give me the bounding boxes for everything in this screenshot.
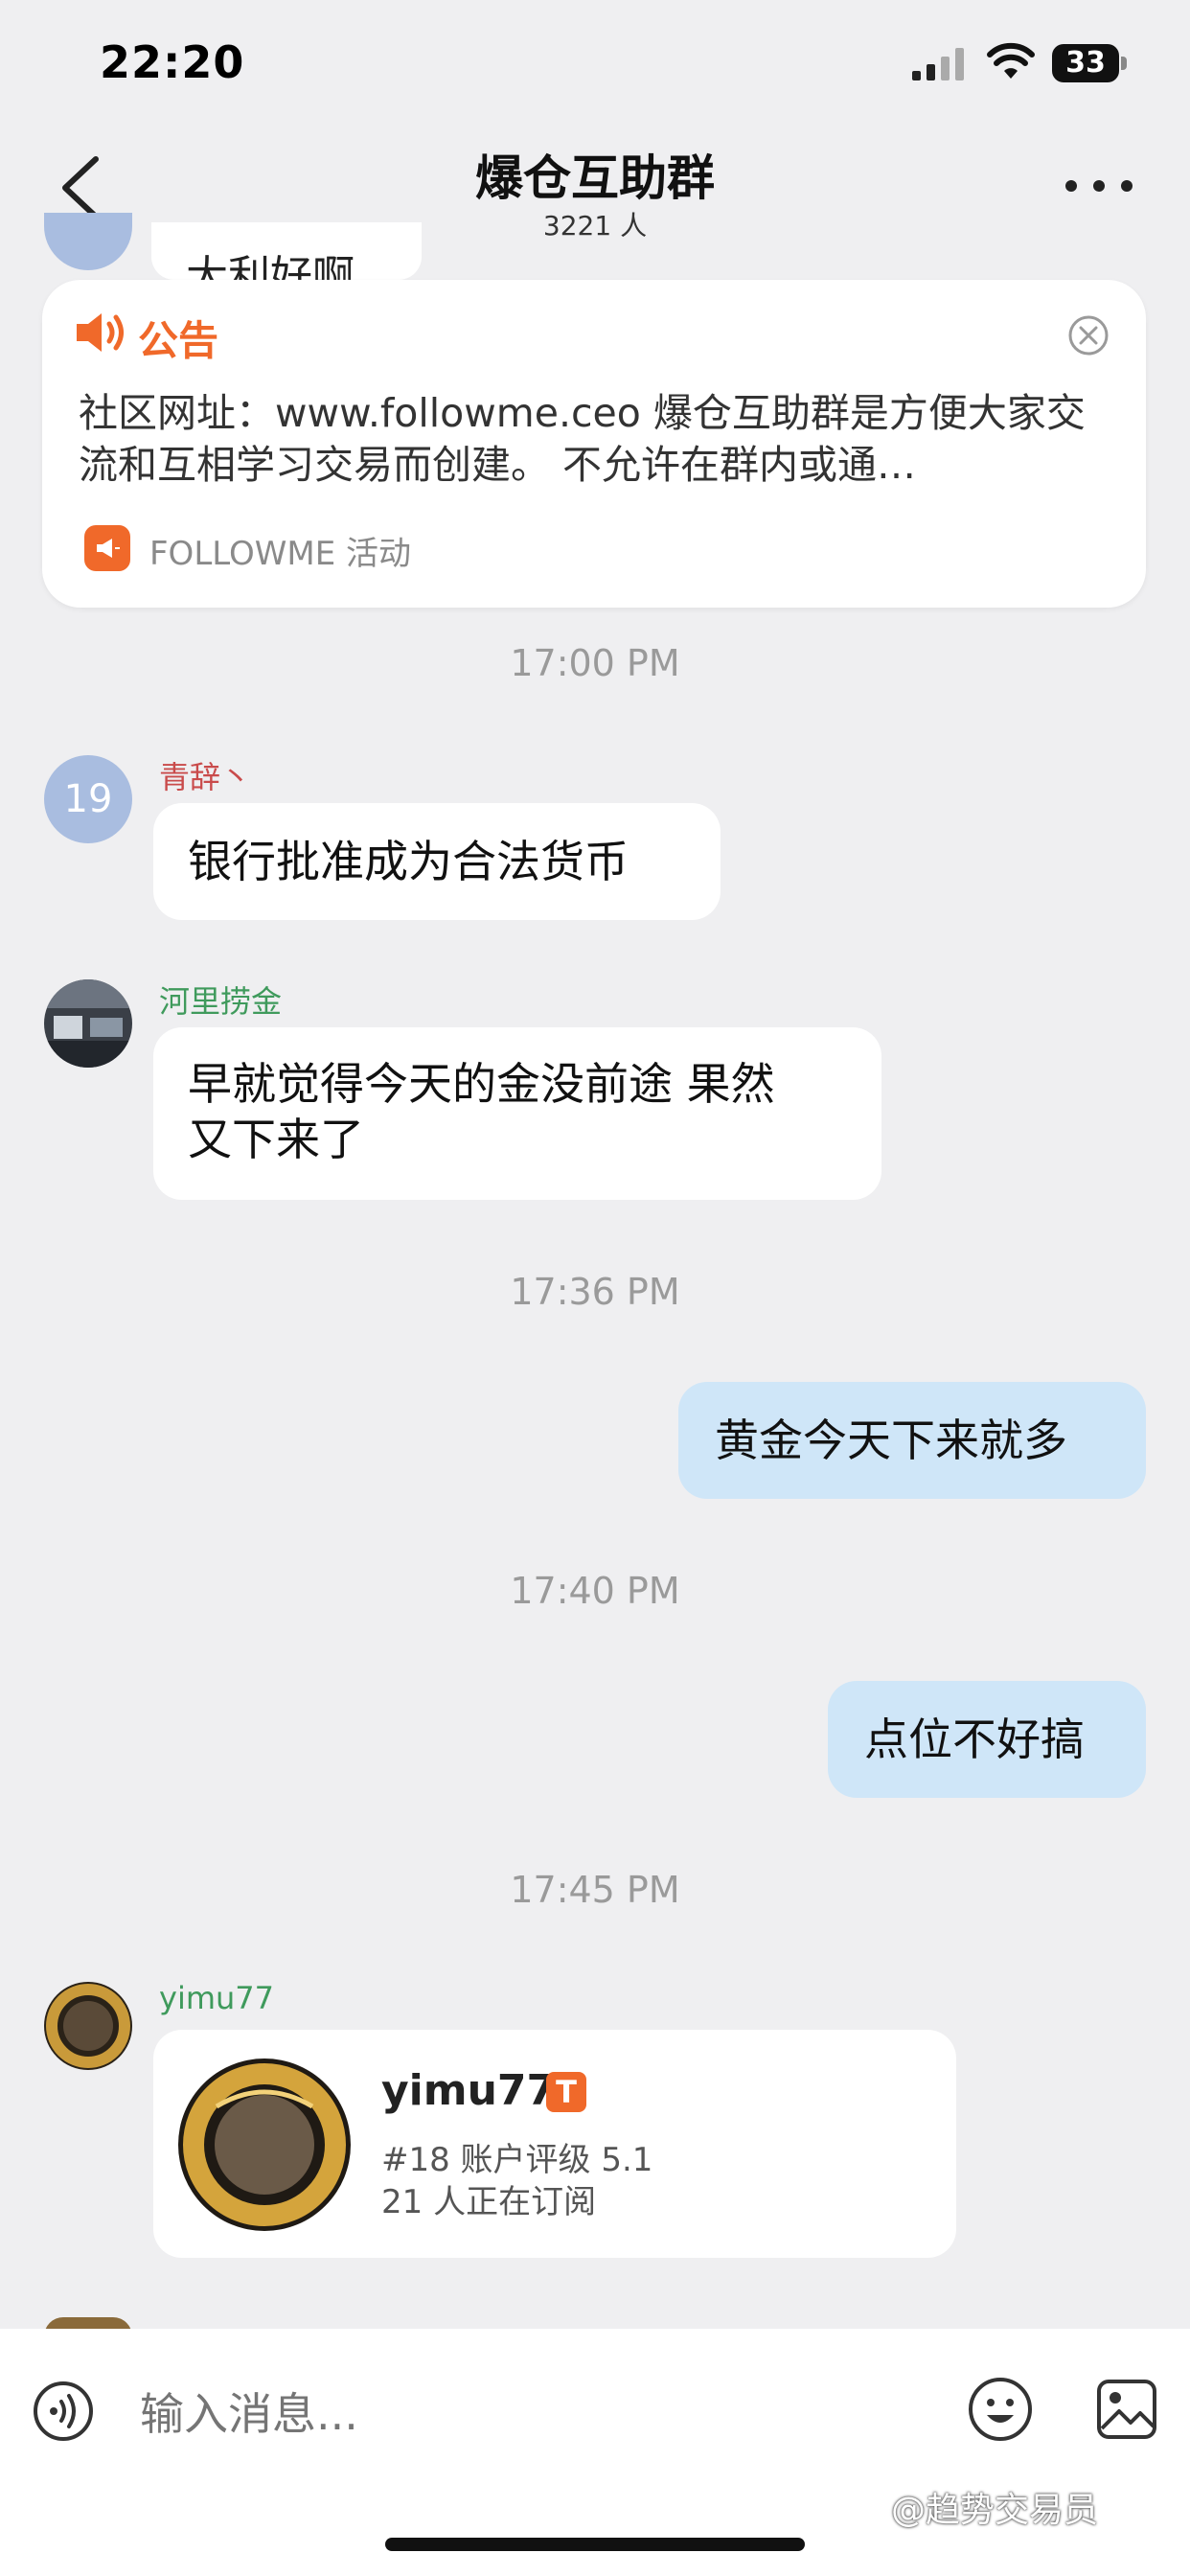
announcement-text: 社区网址：www.followme.ceo 爆仓互助群是方便大家交流和互相学习交… [79,390,1086,488]
message-input[interactable] [140,2380,906,2448]
profile-subscribers: 21 人正在订阅 [381,2183,597,2221]
emoji-icon[interactable] [968,2377,1033,2442]
avatar[interactable]: 19 [44,755,132,843]
close-icon[interactable] [1067,314,1110,356]
avatar[interactable] [44,1982,132,2070]
message-text: 黄金今天下来就多 [715,1414,1067,1466]
watermark: @趋势交易员 [891,2491,1099,2530]
trader-badge: T [546,2072,586,2112]
more-icon[interactable] [1065,180,1133,196]
announcement-label: 公告 [138,317,219,364]
sender-name[interactable]: yimu77 [159,1980,274,2016]
profile-avatar [178,2058,351,2231]
sender-name[interactable]: 河里捞金 [159,978,282,1022]
megaphone-icon [84,525,130,571]
message-text: 大利好啊 [186,252,355,280]
battery-icon: 33 [1052,44,1127,82]
timestamp: 17:00 PM [510,642,680,684]
voice-icon[interactable] [33,2380,94,2442]
message-bubble[interactable]: 大利好啊 [151,222,422,280]
profile-card[interactable]: yimu77 T #18 账户评级 5.1 21 人正在订阅 [153,2030,956,2258]
message-bubble[interactable]: 早就觉得今天的金没前途 果然 又下来了 [153,1027,881,1200]
message-text: 又下来了 [188,1114,364,1165]
input-bar: @趋势交易员 [0,2329,1190,2576]
avatar[interactable] [44,979,132,1068]
announcement-card[interactable]: 公告 社区网址：www.followme.ceo 爆仓互助群是方便大家交流和互相… [42,280,1146,608]
profile-rank: #18 账户评级 5.1 [381,2141,653,2179]
wifi-icon [987,42,1035,80]
timestamp: 17:40 PM [510,1570,680,1612]
status-time: 22:20 [100,36,245,88]
avatar[interactable] [44,213,132,270]
message-bubble[interactable]: 银行批准成为合法货币 [153,803,721,920]
group-title: 爆仓互助群 [475,150,715,206]
message-text: 银行批准成为合法货币 [188,836,629,887]
image-icon[interactable] [1096,2379,1157,2440]
message-text: 早就觉得今天的金没前途 果然 [188,1058,775,1110]
home-indicator [385,2538,805,2551]
message-bubble[interactable]: 黄金今天下来就多 [678,1382,1146,1499]
profile-name: yimu77 [381,2066,557,2115]
message-text: 点位不好搞 [864,1714,1085,1765]
timestamp: 17:45 PM [510,1869,680,1911]
sender-name[interactable]: 青辞丶 [159,753,251,797]
battery-level: 33 [1065,46,1106,80]
signal-icon [912,48,966,80]
speaker-icon [75,310,126,355]
message-bubble[interactable]: 点位不好搞 [828,1681,1146,1798]
member-count: 3221 人 [542,210,648,242]
announcement-source: FOLLOWME 活动 [149,535,411,573]
timestamp: 17:36 PM [510,1271,680,1313]
